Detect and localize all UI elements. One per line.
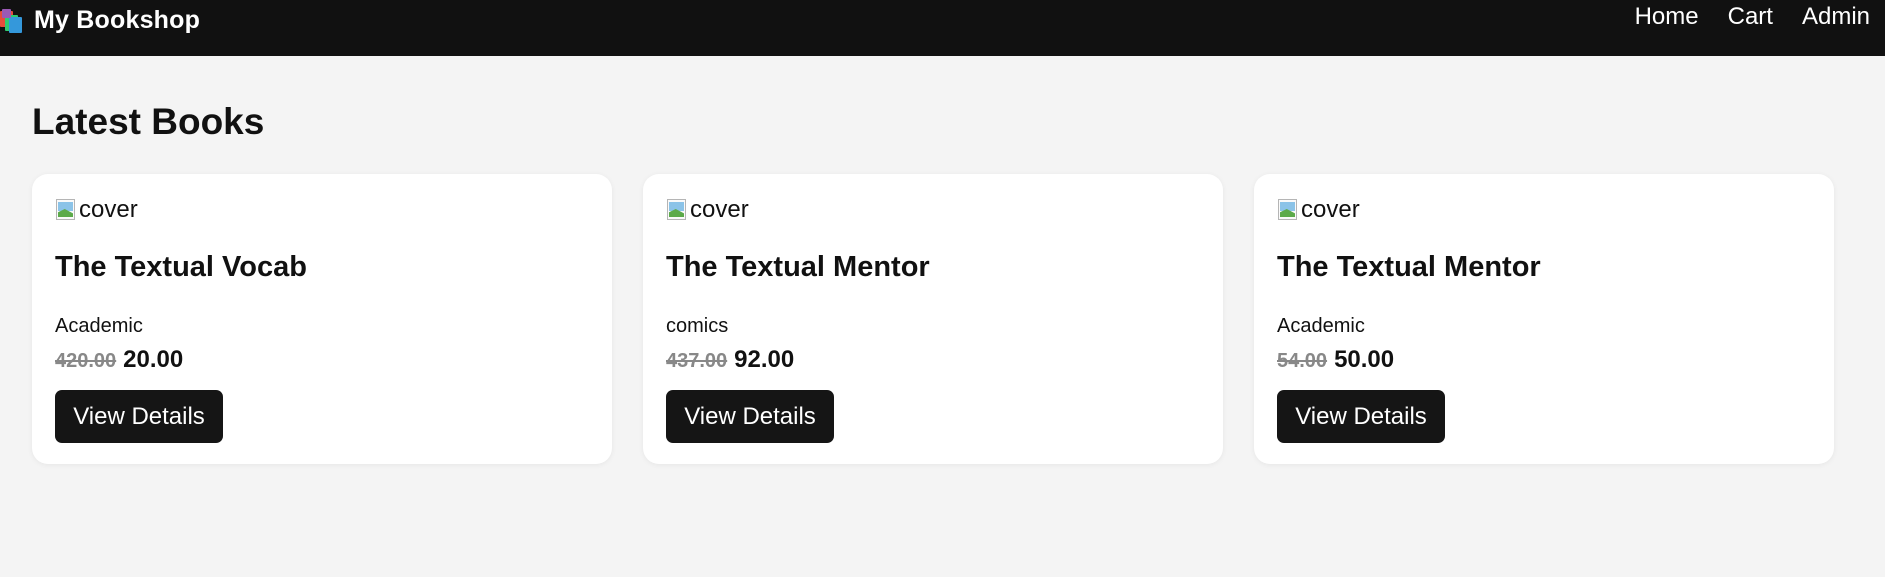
nav-link-admin[interactable]: Admin [1802,2,1870,32]
book-category: comics [666,315,729,337]
book-price: 54.00 50.00 [1277,346,1394,374]
book-cover: cover [1277,196,1360,224]
view-details-button[interactable]: View Details [55,390,223,443]
book-cover: cover [666,196,749,224]
book-title: The Textual Mentor [1277,251,1541,283]
book-cover: cover [55,196,138,224]
books-logo-icon [0,8,24,33]
brand-name: My Bookshop [34,6,201,34]
book-category: Academic [1277,315,1365,337]
nav-link-home[interactable]: Home [1635,2,1699,32]
book-card: cover The Textual Vocab Academic 420.00 … [32,174,612,464]
book-price: 437.00 92.00 [666,346,794,374]
cover-alt-text: cover [79,196,138,223]
broken-image-icon [55,198,77,222]
book-category: Academic [55,315,143,337]
broken-image-icon [1277,198,1299,222]
top-navbar: My Bookshop Home Cart Admin [0,0,1885,56]
old-price: 437.00 [666,350,728,372]
book-title: The Textual Vocab [55,251,307,283]
page-title: Latest Books [32,101,265,142]
brand-link[interactable]: My Bookshop [0,6,200,35]
sale-price: 92.00 [734,346,795,373]
view-details-button[interactable]: View Details [666,390,834,443]
sale-price: 20.00 [123,346,184,373]
broken-image-icon [666,198,688,222]
cover-alt-text: cover [690,196,749,223]
old-price: 420.00 [55,350,117,372]
book-card: cover The Textual Mentor Academic 54.00 … [1254,174,1834,464]
view-details-button[interactable]: View Details [1277,390,1445,443]
book-title: The Textual Mentor [666,251,930,283]
book-card: cover The Textual Mentor comics 437.00 9… [643,174,1223,464]
old-price: 54.00 [1277,350,1328,372]
cover-alt-text: cover [1301,196,1360,223]
main-nav: Home Cart Admin [1635,2,1870,32]
book-price: 420.00 20.00 [55,346,183,374]
nav-link-cart[interactable]: Cart [1728,2,1773,32]
sale-price: 50.00 [1334,346,1395,373]
book-list: cover The Textual Vocab Academic 420.00 … [32,174,1834,464]
